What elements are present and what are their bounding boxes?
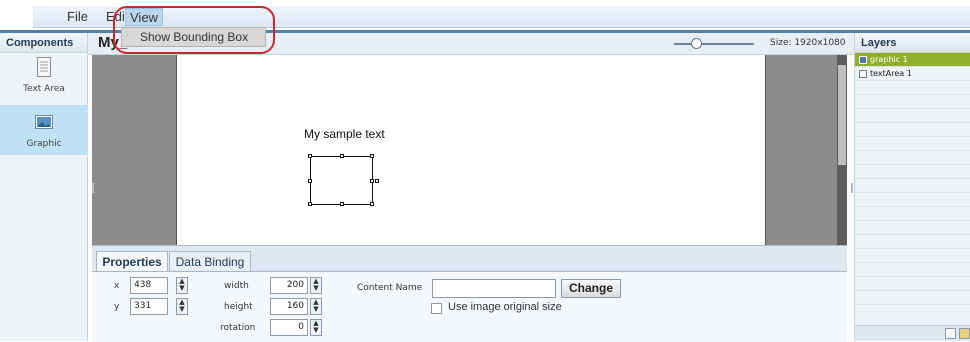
layer-row-empty <box>855 277 970 291</box>
layer-row-empty <box>855 193 970 207</box>
layer-row-empty <box>855 137 970 151</box>
tab-properties[interactable]: Properties <box>96 251 168 271</box>
component-label-graphic: Graphic <box>26 139 62 149</box>
layer-row-empty <box>855 81 970 95</box>
vertical-scrollbar[interactable] <box>837 55 847 245</box>
layers-footer <box>855 325 970 341</box>
layer-row-empty <box>855 221 970 235</box>
text-layer-icon <box>859 69 867 78</box>
y-input[interactable]: 331 <box>130 298 168 315</box>
canvas-size-label: Size: 1920x1080 <box>770 38 846 48</box>
components-panel: Components Text Area Graphic <box>0 33 88 341</box>
resize-handle-ne[interactable] <box>370 154 374 158</box>
y-label: y <box>114 302 120 312</box>
menu-strip: File Edit View <box>33 6 970 28</box>
content-name-input[interactable] <box>432 279 556 298</box>
layer-row-empty <box>855 263 970 277</box>
layer-row-empty <box>855 123 970 137</box>
menu-item-show-bounding-box[interactable]: Show Bounding Box <box>121 27 266 47</box>
text-area-icon <box>37 57 51 77</box>
height-stepper[interactable]: ▲ ▼ <box>310 298 322 315</box>
layer-row-empty <box>855 207 970 221</box>
component-label-text-area: Text Area <box>23 84 65 94</box>
zoom-slider-thumb[interactable] <box>691 38 702 49</box>
resize-handle-nw[interactable] <box>308 154 312 158</box>
graphic-icon <box>35 115 53 129</box>
width-label: width <box>224 281 249 291</box>
resize-handle-s[interactable] <box>340 202 344 206</box>
rotation-input[interactable]: 0 <box>270 319 308 336</box>
layer-item-textarea-1[interactable]: textArea 1 <box>855 67 970 81</box>
layer-row-empty <box>855 165 970 179</box>
x-label: x <box>114 281 120 291</box>
y-stepper[interactable]: ▲ ▼ <box>176 298 188 315</box>
graphic-element[interactable] <box>308 154 379 206</box>
width-stepper[interactable]: ▲ ▼ <box>310 277 322 294</box>
layer-row-empty <box>855 109 970 123</box>
change-button[interactable]: Change <box>561 279 621 298</box>
properties-panel: Properties Data Binding x 438 ▲ ▼ y 331 ▲… <box>92 245 847 342</box>
layer-row-empty <box>855 249 970 263</box>
layers-title: Layers <box>855 33 970 53</box>
use-original-size-checkbox[interactable] <box>431 303 442 314</box>
menu-view[interactable]: View <box>125 8 163 26</box>
x-input[interactable]: 438 <box>130 277 168 294</box>
resize-handle-w[interactable] <box>308 179 312 183</box>
layer-row-empty <box>855 235 970 249</box>
sample-text-element[interactable]: My sample text <box>304 127 385 141</box>
layer-label: textArea 1 <box>870 69 912 78</box>
left-resize-grip[interactable] <box>92 183 94 193</box>
component-text-area[interactable]: Text Area <box>0 57 88 107</box>
component-graphic[interactable]: Graphic <box>0 105 88 155</box>
resize-handle-n[interactable] <box>340 154 344 158</box>
layers-panel: Layers graphic 1 textArea 1 <box>851 33 970 341</box>
right-resize-grip[interactable] <box>851 183 853 193</box>
layer-label: graphic 1 <box>870 55 908 64</box>
layer-row-empty <box>855 179 970 193</box>
height-label: height <box>224 302 253 312</box>
content-name-label: Content Name <box>357 283 423 293</box>
height-input[interactable]: 160 <box>270 298 308 315</box>
scrollbar-thumb[interactable] <box>838 65 846 165</box>
layer-item-graphic-1[interactable]: graphic 1 <box>855 53 970 67</box>
tab-data-binding[interactable]: Data Binding <box>169 251 251 271</box>
resize-handle-e[interactable] <box>370 179 374 183</box>
layer-row-empty <box>855 95 970 109</box>
layer-row-empty <box>855 151 970 165</box>
canvas-page[interactable]: My sample text <box>176 55 766 245</box>
zoom-slider[interactable] <box>674 43 754 45</box>
duplicate-layer-icon[interactable] <box>945 328 956 339</box>
menu-file[interactable]: File <box>63 8 92 26</box>
delete-layer-icon[interactable] <box>959 328 970 339</box>
rotation-label: rotation <box>220 323 256 333</box>
components-title: Components <box>0 33 87 53</box>
use-original-size-label: Use image original size <box>448 301 562 313</box>
layer-row-empty <box>855 291 970 305</box>
resize-handle-se[interactable] <box>370 202 374 206</box>
graphic-layer-icon <box>859 55 867 64</box>
rotation-stepper[interactable]: ▲ ▼ <box>310 319 322 336</box>
layers-list: graphic 1 textArea 1 <box>855 53 970 325</box>
properties-body: x 438 ▲ ▼ y 331 ▲ ▼ width 200 ▲ ▼ height 16… <box>92 271 847 342</box>
resize-handle-sw[interactable] <box>308 202 312 206</box>
width-input[interactable]: 200 <box>270 277 308 294</box>
x-stepper[interactable]: ▲ ▼ <box>176 277 188 294</box>
canvas-viewport[interactable]: My sample text <box>92 55 847 245</box>
rotate-handle[interactable] <box>375 179 379 183</box>
